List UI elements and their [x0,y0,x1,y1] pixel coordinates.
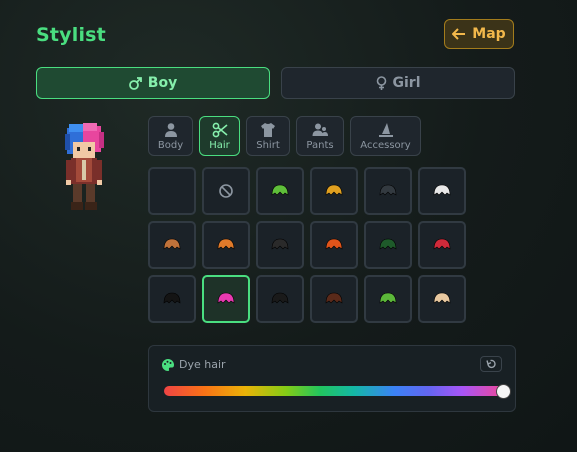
hat-icon [378,122,393,137]
boy-label: Boy [147,75,178,91]
hair-option[interactable] [310,275,358,323]
hair-option-empty[interactable] [148,167,196,215]
hair-option[interactable] [202,275,250,323]
tab-hair[interactable]: Hair [199,116,240,156]
tab-accessory[interactable]: Accessory [350,116,421,156]
hairstyle-icon [217,238,235,250]
hair-option[interactable] [364,275,412,323]
female-icon [376,76,386,90]
hairstyle-icon [325,238,343,250]
tab-body[interactable]: Body [148,116,193,156]
reset-icon [486,359,496,369]
hairstyle-icon [271,184,289,196]
category-tabs: Body Hair Shirt Pants Accessory [148,116,421,156]
hair-grid [148,167,466,323]
hairstyle-icon [217,292,235,304]
tab-label: Shirt [256,139,280,151]
hairstyle-icon [379,184,397,196]
hairstyle-icon [271,292,289,304]
scissors-icon [212,122,228,137]
map-button[interactable]: Map [444,19,514,49]
hair-option[interactable] [418,275,466,323]
hairstyle-icon [433,184,451,196]
tab-label: Pants [306,139,334,151]
hairstyle-icon [325,184,343,196]
hair-option[interactable] [148,221,196,269]
shirt-icon [261,122,275,137]
tab-shirt[interactable]: Shirt [246,116,290,156]
hairstyle-icon [433,292,451,304]
hairstyle-icon [325,292,343,304]
hairstyle-icon [163,238,181,250]
dye-label: Dye hair [179,358,226,371]
hue-slider[interactable] [164,386,503,396]
hairstyle-icon [433,238,451,250]
hue-slider-handle[interactable] [495,384,511,399]
no-hair-icon [219,184,233,198]
hair-option[interactable] [148,275,196,323]
arrow-left-icon [452,28,466,40]
hair-option[interactable] [202,221,250,269]
hair-option[interactable] [310,167,358,215]
hair-option[interactable] [256,275,304,323]
hair-option[interactable] [364,167,412,215]
map-label: Map [472,26,506,42]
reset-button[interactable] [480,356,502,372]
person-icon [164,122,177,137]
hair-option[interactable] [418,167,466,215]
hair-option[interactable] [364,221,412,269]
tab-label: Body [157,139,184,151]
hair-option-none[interactable] [202,167,250,215]
boy-button[interactable]: Boy [36,67,270,99]
tab-label: Hair [209,139,230,151]
page-title: Stylist [36,24,106,46]
girl-label: Girl [392,75,421,91]
girl-button[interactable]: Girl [281,67,515,99]
tab-pants[interactable]: Pants [296,116,344,156]
dye-panel: Dye hair [148,345,516,412]
tab-label: Accessory [360,139,411,151]
hairstyle-icon [379,292,397,304]
people-icon [312,123,328,136]
palette-icon [162,359,174,371]
hairstyle-icon [163,292,181,304]
hair-option[interactable] [256,167,304,215]
male-icon [128,76,142,90]
hair-option[interactable] [256,221,304,269]
character-avatar [65,123,104,210]
hair-option[interactable] [310,221,358,269]
hair-option[interactable] [418,221,466,269]
hairstyle-icon [271,238,289,250]
hairstyle-icon [379,238,397,250]
